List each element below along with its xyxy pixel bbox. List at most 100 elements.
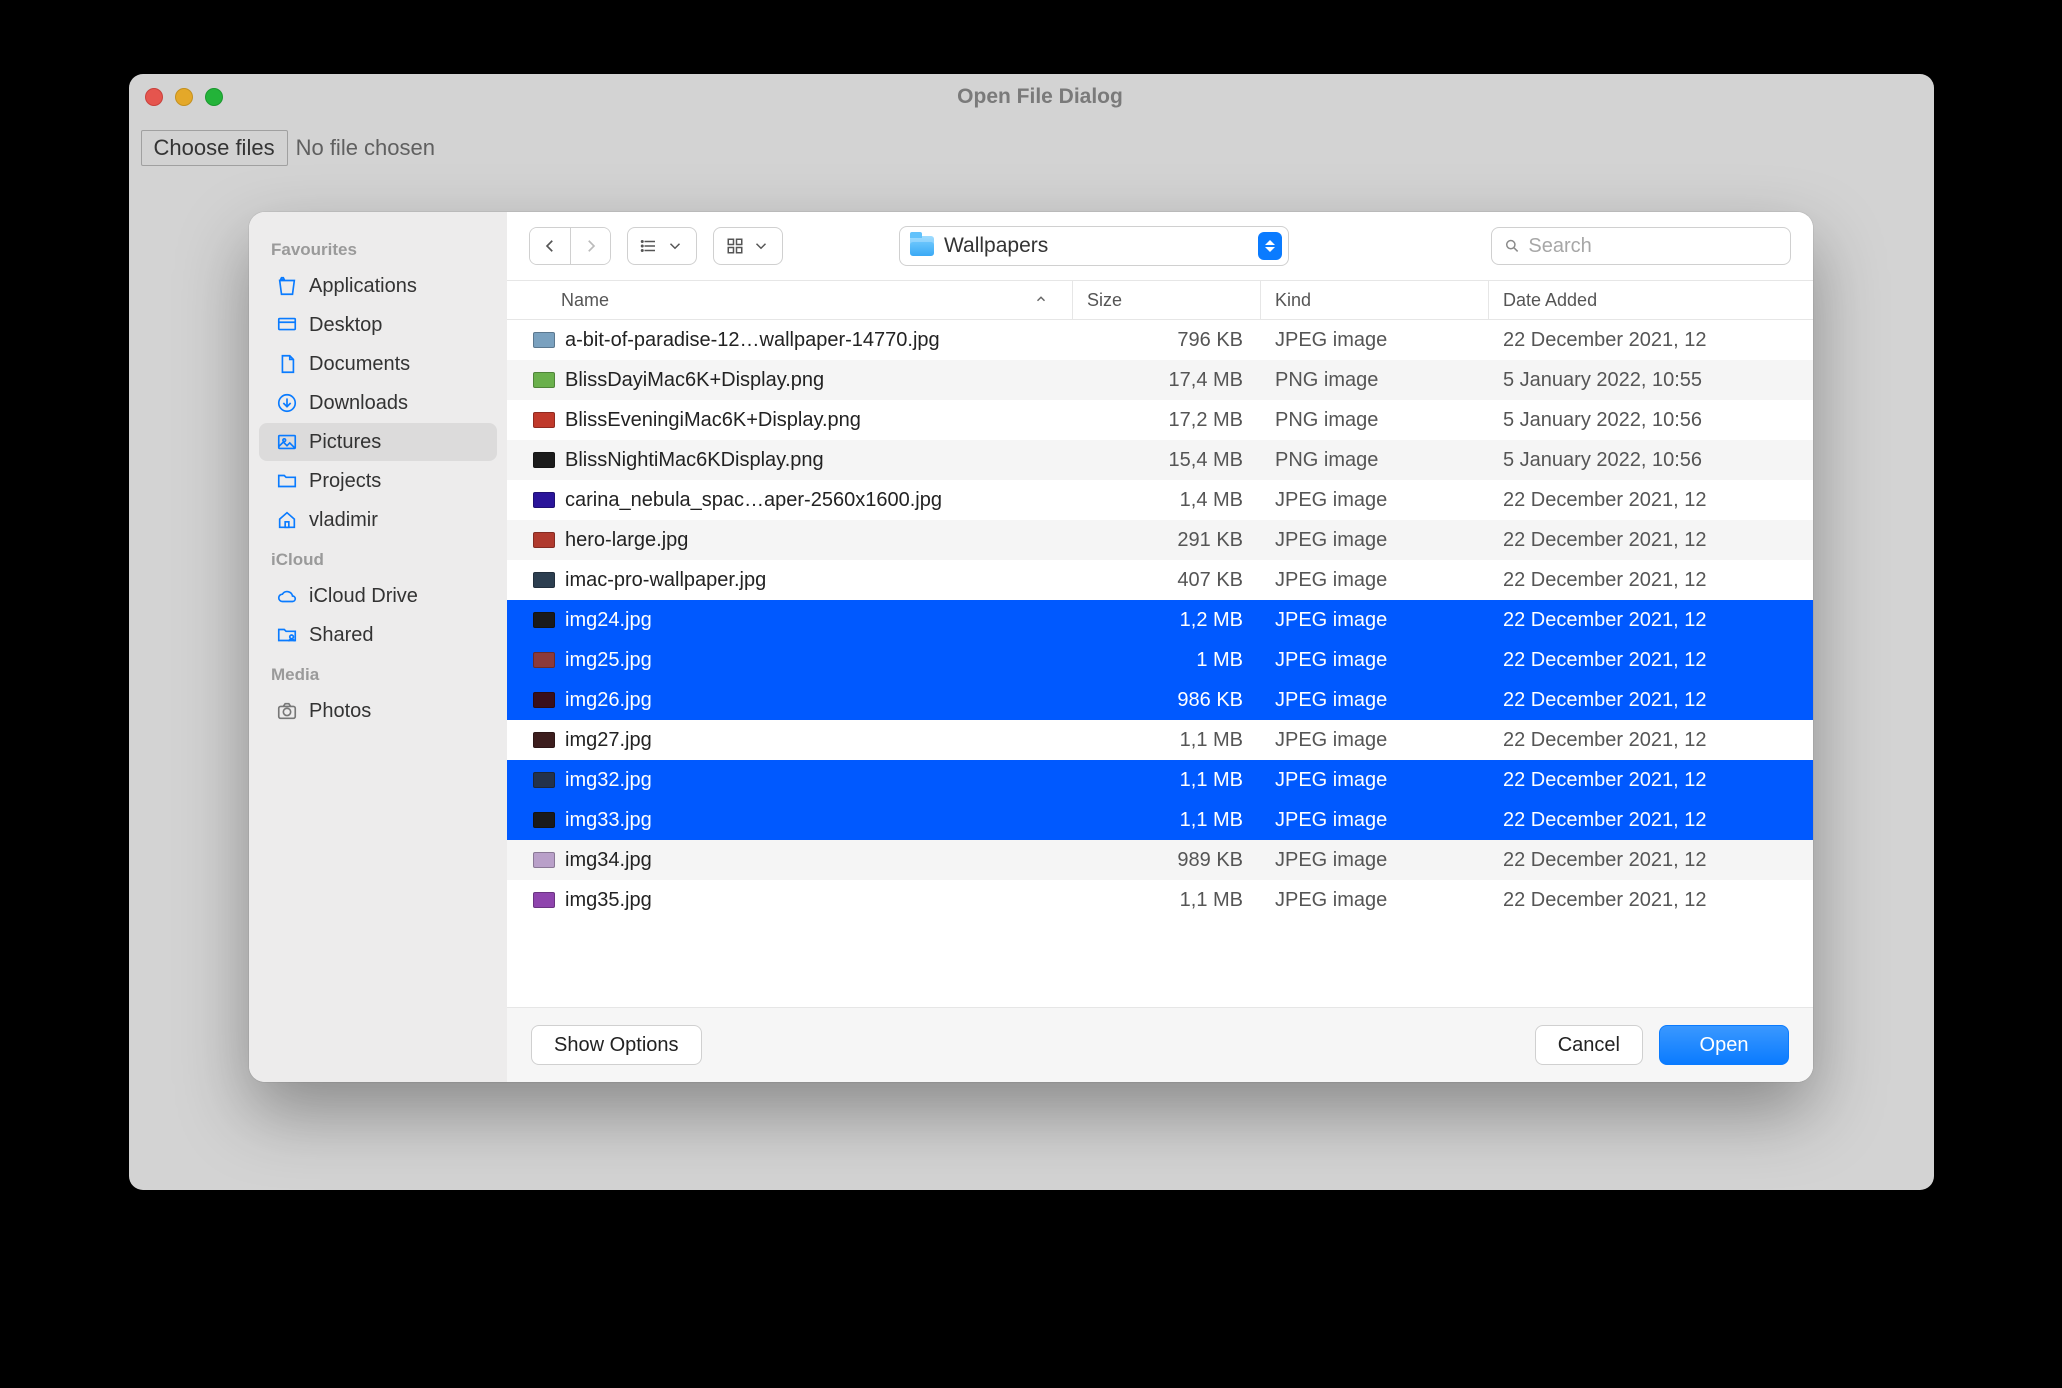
file-row[interactable]: img35.jpg1,1 MBJPEG image22 December 202… bbox=[507, 880, 1813, 920]
view-list-button[interactable] bbox=[627, 227, 697, 265]
file-name-label: img26.jpg bbox=[565, 689, 652, 712]
file-row[interactable]: a-bit-of-paradise-12…wallpaper-14770.jpg… bbox=[507, 320, 1813, 360]
file-row[interactable]: imac-pro-wallpaper.jpg407 KBJPEG image22… bbox=[507, 560, 1813, 600]
file-name-cell: img35.jpg bbox=[507, 889, 1073, 912]
chevron-down-icon bbox=[666, 237, 684, 255]
sidebar-item-documents[interactable]: Documents bbox=[259, 345, 497, 383]
grid-icon bbox=[726, 237, 744, 255]
file-size-cell: 1 MB bbox=[1073, 649, 1261, 672]
file-row[interactable]: img33.jpg1,1 MBJPEG image22 December 202… bbox=[507, 800, 1813, 840]
group-by-button[interactable] bbox=[713, 227, 783, 265]
file-kind-cell: JPEG image bbox=[1261, 329, 1489, 352]
sidebar-item-label: Shared bbox=[309, 624, 374, 647]
file-thumbnail-icon bbox=[533, 892, 555, 908]
pictures-icon bbox=[275, 430, 299, 454]
column-size[interactable]: Size bbox=[1073, 281, 1261, 319]
forward-button[interactable] bbox=[570, 228, 610, 264]
file-size-cell: 291 KB bbox=[1073, 529, 1261, 552]
column-date[interactable]: Date Added bbox=[1489, 281, 1813, 319]
file-thumbnail-icon bbox=[533, 692, 555, 708]
open-button[interactable]: Open bbox=[1659, 1025, 1789, 1065]
file-name-label: img34.jpg bbox=[565, 849, 652, 872]
file-row[interactable]: img27.jpg1,1 MBJPEG image22 December 202… bbox=[507, 720, 1813, 760]
file-row[interactable]: BlissDayiMac6K+Display.png17,4 MBPNG ima… bbox=[507, 360, 1813, 400]
sidebar-item-downloads[interactable]: Downloads bbox=[259, 384, 497, 422]
file-thumbnail-icon bbox=[533, 492, 555, 508]
file-name-cell: img33.jpg bbox=[507, 809, 1073, 832]
file-name-label: img25.jpg bbox=[565, 649, 652, 672]
sidebar-item-label: iCloud Drive bbox=[309, 585, 418, 608]
sidebar-heading: Media bbox=[249, 655, 507, 691]
file-date-cell: 22 December 2021, 12 bbox=[1489, 729, 1813, 752]
file-row[interactable]: carina_nebula_spac…aper-2560x1600.jpg1,4… bbox=[507, 480, 1813, 520]
column-kind-label: Kind bbox=[1275, 290, 1311, 311]
file-name-label: BlissEveningiMac6K+Display.png bbox=[565, 409, 861, 432]
file-name-cell: img27.jpg bbox=[507, 729, 1073, 752]
file-size-cell: 1,1 MB bbox=[1073, 809, 1261, 832]
sidebar-item-label: Documents bbox=[309, 353, 410, 376]
file-date-cell: 22 December 2021, 12 bbox=[1489, 489, 1813, 512]
cancel-button[interactable]: Cancel bbox=[1535, 1025, 1643, 1065]
file-thumbnail-icon bbox=[533, 852, 555, 868]
file-thumbnail-icon bbox=[533, 332, 555, 348]
sidebar-item-label: Applications bbox=[309, 275, 417, 298]
file-row[interactable]: hero-large.jpg291 KBJPEG image22 Decembe… bbox=[507, 520, 1813, 560]
sidebar-item-projects[interactable]: Projects bbox=[259, 462, 497, 500]
sort-indicator bbox=[1034, 290, 1048, 311]
sidebar-item-vladimir[interactable]: vladimir bbox=[259, 501, 497, 539]
file-size-cell: 796 KB bbox=[1073, 329, 1261, 352]
file-date-cell: 22 December 2021, 12 bbox=[1489, 769, 1813, 792]
sidebar-item-label: vladimir bbox=[309, 509, 378, 532]
back-button[interactable] bbox=[530, 228, 570, 264]
file-date-cell: 22 December 2021, 12 bbox=[1489, 609, 1813, 632]
sidebar-item-applications[interactable]: Applications bbox=[259, 267, 497, 305]
column-kind[interactable]: Kind bbox=[1261, 281, 1489, 319]
file-size-cell: 17,2 MB bbox=[1073, 409, 1261, 432]
file-thumbnail-icon bbox=[533, 812, 555, 828]
sidebar-item-label: Desktop bbox=[309, 314, 382, 337]
file-kind-cell: JPEG image bbox=[1261, 809, 1489, 832]
file-kind-cell: JPEG image bbox=[1261, 849, 1489, 872]
file-name-label: carina_nebula_spac…aper-2560x1600.jpg bbox=[565, 489, 942, 512]
file-thumbnail-icon bbox=[533, 612, 555, 628]
sidebar-item-icloud-drive[interactable]: iCloud Drive bbox=[259, 577, 497, 615]
file-row[interactable]: img24.jpg1,2 MBJPEG image22 December 202… bbox=[507, 600, 1813, 640]
file-name-cell: BlissNightiMac6KDisplay.png bbox=[507, 449, 1073, 472]
sidebar-item-pictures[interactable]: Pictures bbox=[259, 423, 497, 461]
file-kind-cell: JPEG image bbox=[1261, 769, 1489, 792]
download-icon bbox=[275, 391, 299, 415]
file-name-cell: BlissDayiMac6K+Display.png bbox=[507, 369, 1073, 392]
file-list[interactable]: a-bit-of-paradise-12…wallpaper-14770.jpg… bbox=[507, 320, 1813, 1007]
search-field[interactable] bbox=[1491, 227, 1791, 265]
file-row[interactable]: BlissNightiMac6KDisplay.png15,4 MBPNG im… bbox=[507, 440, 1813, 480]
dialog-toolbar: Wallpapers bbox=[507, 212, 1813, 280]
home-icon bbox=[275, 508, 299, 532]
file-date-cell: 22 December 2021, 12 bbox=[1489, 809, 1813, 832]
file-row[interactable]: img26.jpg986 KBJPEG image22 December 202… bbox=[507, 680, 1813, 720]
file-size-cell: 986 KB bbox=[1073, 689, 1261, 712]
sidebar-item-shared[interactable]: Shared bbox=[259, 616, 497, 654]
file-thumbnail-icon bbox=[533, 732, 555, 748]
sidebar-heading: iCloud bbox=[249, 540, 507, 576]
file-row[interactable]: img32.jpg1,1 MBJPEG image22 December 202… bbox=[507, 760, 1813, 800]
file-kind-cell: PNG image bbox=[1261, 449, 1489, 472]
file-size-cell: 989 KB bbox=[1073, 849, 1261, 872]
file-row[interactable]: img34.jpg989 KBJPEG image22 December 202… bbox=[507, 840, 1813, 880]
sidebar-item-desktop[interactable]: Desktop bbox=[259, 306, 497, 344]
file-kind-cell: JPEG image bbox=[1261, 689, 1489, 712]
file-kind-cell: PNG image bbox=[1261, 409, 1489, 432]
file-row[interactable]: BlissEveningiMac6K+Display.png 17,2 MBPNG… bbox=[507, 400, 1813, 440]
file-name-cell: img32.jpg bbox=[507, 769, 1073, 792]
apps-icon bbox=[275, 274, 299, 298]
list-icon bbox=[640, 237, 658, 255]
chevron-up-icon bbox=[1034, 292, 1048, 306]
sidebar-item-photos[interactable]: Photos bbox=[259, 692, 497, 730]
search-input[interactable] bbox=[1528, 235, 1778, 258]
folder-popup[interactable]: Wallpapers bbox=[899, 226, 1289, 266]
show-options-button[interactable]: Show Options bbox=[531, 1025, 702, 1065]
file-date-cell: 22 December 2021, 12 bbox=[1489, 329, 1813, 352]
current-folder-label: Wallpapers bbox=[944, 234, 1248, 258]
column-name[interactable]: Name bbox=[507, 281, 1073, 319]
file-kind-cell: JPEG image bbox=[1261, 889, 1489, 912]
file-row[interactable]: img25.jpg1 MBJPEG image22 December 2021,… bbox=[507, 640, 1813, 680]
